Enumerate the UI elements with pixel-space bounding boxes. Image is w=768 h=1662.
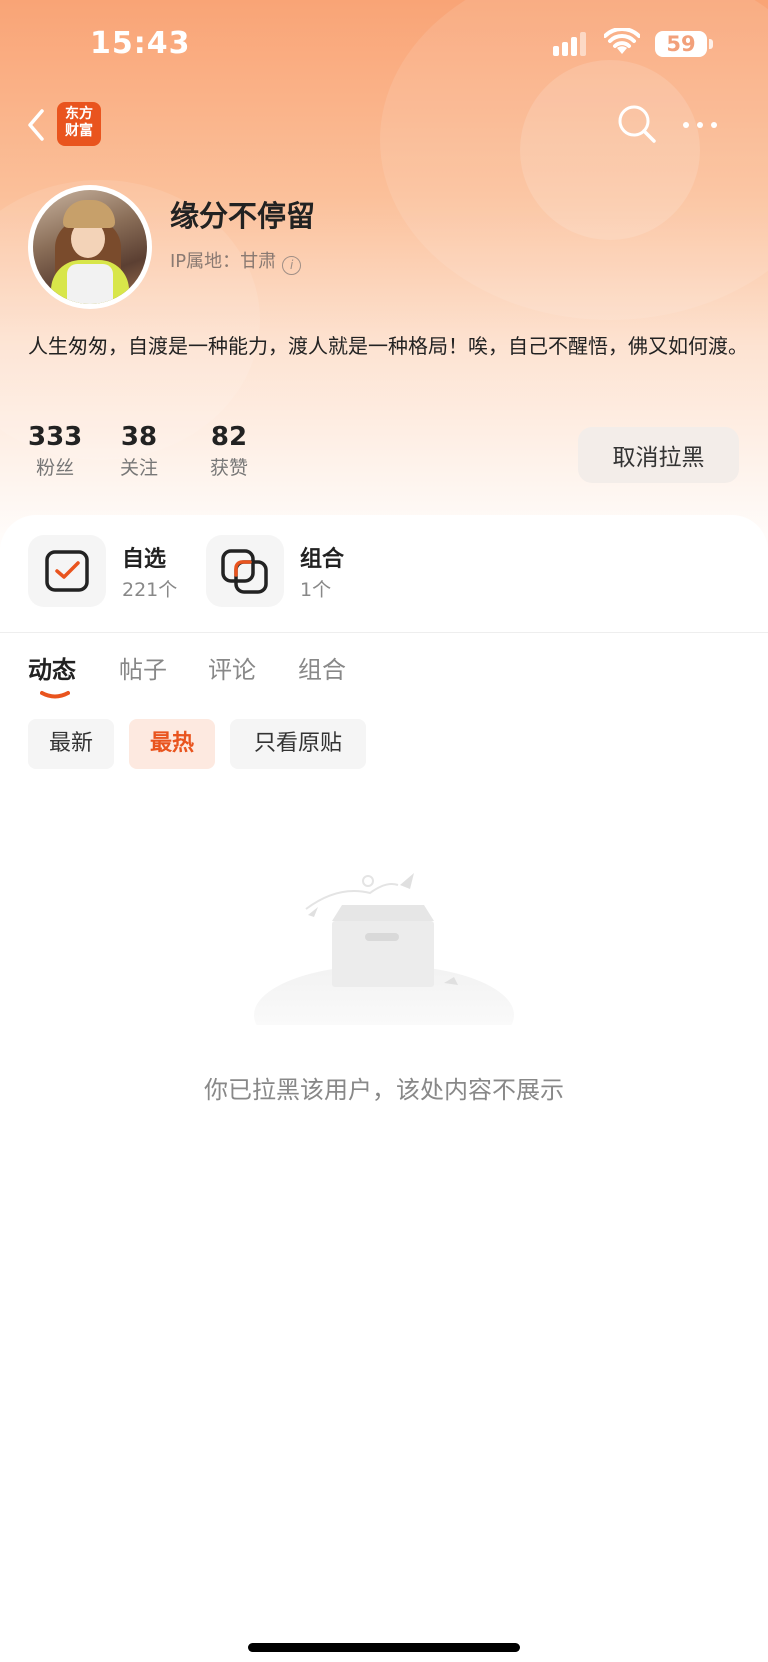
stat-label: 粉丝 [36,457,75,479]
tab-portfolio[interactable]: 组合 [298,650,346,685]
ip-location-text: IP属地：甘肃 [170,251,277,272]
more-icon[interactable] [680,115,722,135]
search-icon[interactable] [616,103,658,145]
content-card: 自选 221个 组合 1个 动态 帖子 评论 组合 最新 最热 只看原贴 你已拉… [0,515,768,1662]
status-time: 15:43 [90,26,191,61]
quick-entry-title: 组合 [300,547,345,572]
stats-row: 333 粉丝 38 关注 82 获赞 [28,420,328,490]
quick-entry-watchlist[interactable]: 自选 221个 [28,535,208,607]
filter-original-only[interactable]: 只看原贴 [230,719,366,769]
ip-location: IP属地：甘肃 i [170,247,302,275]
checkbox-icon [28,535,106,607]
portfolio-icon [206,535,284,607]
wifi-icon [604,28,640,54]
avatar[interactable] [28,185,152,309]
profile-section: 缘分不停留 IP属地：甘肃 i [28,185,748,315]
home-indicator [248,1643,520,1652]
quick-entry-title: 自选 [122,547,167,572]
active-tab-indicator [40,691,70,699]
empty-box-illustration [254,873,514,1025]
battery-level: 59 [666,32,696,56]
tab-posts[interactable]: 帖子 [119,650,167,685]
app-logo: 东方 财富 [57,102,101,146]
stat-value: 333 [28,422,83,452]
stat-likes[interactable]: 82 获赞 [210,420,248,482]
tab-dynamics[interactable]: 动态 [28,650,76,685]
stat-label: 获赞 [210,457,249,479]
battery-icon: 59 [655,31,707,57]
back-icon[interactable] [22,105,52,145]
cellular-signal-icon [553,32,591,56]
battery-tip [709,39,713,49]
stat-following[interactable]: 38 关注 [120,420,158,482]
username: 缘分不停留 [170,199,316,233]
avatar-image [33,190,147,304]
logo-line: 财富 [65,123,93,139]
quick-entry-count: 1个 [300,579,332,601]
quick-entry-count: 221个 [122,579,178,601]
filter-latest[interactable]: 最新 [28,719,114,769]
section-divider [0,632,768,633]
unblock-button[interactable]: 取消拉黑 [578,427,739,483]
info-icon[interactable]: i [282,256,302,275]
nav-bar: 东方 财富 [0,95,768,155]
status-bar: 15:43 59 [0,0,768,90]
stat-label: 关注 [120,457,159,479]
quick-entry-portfolio[interactable]: 组合 1个 [206,535,386,607]
profile-bio: 人生匆匆，自渡是一种能力，渡人就是一种格局！唉，自己不醒悟，佛又如何渡。 [28,334,748,358]
tab-comments[interactable]: 评论 [208,650,256,685]
stat-value: 38 [120,422,158,452]
stat-followers[interactable]: 333 粉丝 [28,420,82,482]
stat-value: 82 [210,422,248,452]
filter-hottest[interactable]: 最热 [129,719,215,769]
empty-state-message: 你已拉黑该用户，该处内容不展示 [204,1076,564,1104]
logo-line: 东方 [65,106,93,122]
